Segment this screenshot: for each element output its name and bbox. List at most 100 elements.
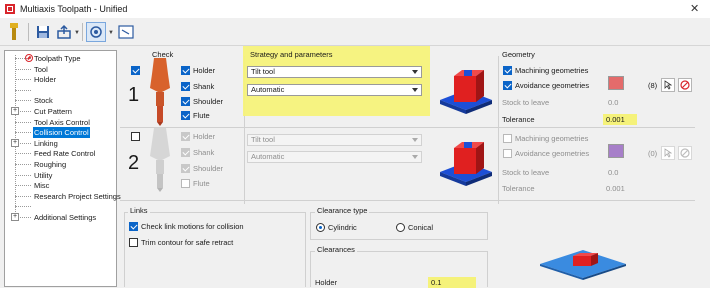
row1-tolerance-value[interactable]: 0.001 — [603, 114, 637, 125]
row1-enable-checkbox[interactable] — [131, 66, 140, 75]
holder-clearance-value[interactable]: 0.1 — [428, 277, 476, 288]
row2-machining-checkbox[interactable] — [503, 134, 512, 143]
close-icon[interactable]: ✕ — [690, 2, 699, 15]
chevron-down-icon[interactable]: ▼ — [108, 30, 114, 36]
row2-machining-label: Machining geometries — [515, 134, 589, 143]
toolbar-separator — [28, 23, 29, 41]
tree-item[interactable]: Misc — [5, 180, 116, 191]
row2-avoidance-label: Avoidance geometries — [515, 149, 590, 158]
tree-item-label: Research Project Settings — [34, 191, 121, 201]
column-divider — [498, 56, 499, 204]
check-link-motions-label: Check link motions for collision — [141, 222, 244, 231]
chevron-down-icon[interactable]: ▼ — [74, 30, 80, 36]
export-icon[interactable] — [54, 22, 74, 42]
row2-shoulder-checkbox[interactable] — [181, 164, 190, 173]
row2-number: 2 — [128, 152, 140, 174]
row2-stock-value[interactable]: 0.0 — [605, 167, 618, 178]
tree-connector — [15, 89, 31, 91]
chevron-down-icon — [412, 155, 418, 159]
tool-icon[interactable] — [4, 22, 24, 42]
row1-machining-label: Machining geometries — [515, 66, 589, 75]
app-icon — [5, 4, 15, 14]
expand-icon[interactable]: + — [11, 138, 19, 147]
window-icon[interactable] — [116, 22, 136, 42]
row2-strategy-select[interactable]: Tilt tool — [247, 134, 422, 146]
tree-item[interactable]: Roughing — [5, 159, 116, 170]
row1-stock-value[interactable]: 0.0 — [605, 97, 618, 108]
row2-holder-checkbox[interactable] — [181, 132, 190, 141]
expand-icon[interactable]: + — [11, 213, 19, 221]
tree-item[interactable]: Research Project Settings — [5, 191, 121, 202]
clearance-preview — [540, 250, 626, 280]
row1-holder-label: Holder — [193, 66, 216, 75]
row1-avoidance-checkbox[interactable] — [503, 81, 512, 90]
holder-clearance-label: Holder — [315, 278, 338, 287]
row1-select-button[interactable] — [661, 78, 675, 92]
check-link-motions-checkbox[interactable] — [129, 222, 138, 231]
settings-tree: Toolpath Type Tool Holder Stock + Cut Pattern… — [4, 50, 121, 287]
conical-label: Conical — [408, 223, 434, 232]
row1-shank-checkbox[interactable] — [181, 82, 190, 91]
row1-number: 1 — [128, 84, 140, 106]
row2-color-swatch[interactable] — [608, 144, 624, 158]
row-divider — [120, 200, 695, 201]
row1-color-swatch[interactable] — [608, 76, 624, 90]
tree-connector — [15, 195, 31, 197]
cylindric-radio[interactable] — [316, 223, 325, 232]
cursor-icon — [664, 80, 672, 90]
row2-avoidance-checkbox[interactable] — [503, 149, 512, 158]
tree-item[interactable]: + Cut Pattern — [5, 106, 116, 117]
row2-stock-label: Stock to leave — [502, 168, 550, 177]
clear-selection-icon — [680, 80, 690, 90]
geometry-header: Geometry — [502, 50, 535, 59]
tree-item-label: Tool — [34, 64, 48, 74]
row1-flute-label: Flute — [193, 111, 210, 120]
row1-flute-checkbox[interactable] — [181, 111, 190, 120]
clearances-title: Clearances — [315, 245, 357, 254]
row2-flute-checkbox[interactable] — [181, 179, 190, 188]
trim-contour-checkbox[interactable] — [129, 238, 138, 247]
tree-item[interactable]: + Additional Settings — [5, 212, 116, 223]
expand-icon[interactable]: + — [11, 107, 19, 115]
row2-enable-checkbox[interactable] — [131, 132, 140, 141]
row2-tolerance-value[interactable]: 0.001 — [603, 183, 625, 194]
tree-item-label: Feed Rate Control — [34, 149, 96, 159]
tree-item[interactable]: Toolpath Type — [5, 53, 116, 64]
row2-holder-label: Holder — [193, 132, 216, 141]
tree-item[interactable]: Tool — [5, 64, 116, 75]
row1-mode-value: Automatic — [251, 85, 285, 94]
tree-item[interactable]: Stock — [5, 95, 116, 106]
save-icon[interactable] — [33, 22, 53, 42]
row1-strategy-select[interactable]: Tilt tool — [247, 66, 422, 78]
row1-machining-checkbox[interactable] — [503, 66, 512, 75]
tree-item-label: Stock — [34, 96, 53, 106]
tree-item[interactable]: + Linking — [5, 138, 116, 149]
tree-item[interactable]: Utility — [5, 170, 116, 181]
row2-mode-select[interactable]: Automatic — [247, 151, 422, 163]
row1-mode-select[interactable]: Automatic — [247, 84, 422, 96]
chevron-down-icon — [412, 138, 418, 142]
row2-strategy-value: Tilt tool — [251, 135, 275, 144]
row1-tolerance-label: Tolerance — [502, 115, 535, 124]
tree-item[interactable]: Feed Rate Control — [5, 148, 116, 159]
row2-select-button[interactable] — [661, 146, 675, 160]
tree-connector — [15, 174, 31, 176]
row1-holder-checkbox[interactable] — [181, 66, 190, 75]
row2-shank-checkbox[interactable] — [181, 148, 190, 157]
tree-item — [5, 201, 116, 212]
view-icon[interactable] — [86, 22, 106, 42]
tree-item[interactable]: Holder — [5, 74, 116, 85]
row2-clear-button[interactable] — [678, 146, 692, 160]
tree-connector — [15, 79, 31, 81]
tree-item[interactable]: Tool Axis Control — [5, 117, 116, 128]
row1-clear-button[interactable] — [678, 78, 692, 92]
tree-connector — [15, 68, 31, 70]
conical-radio[interactable] — [396, 223, 405, 232]
row1-shoulder-checkbox[interactable] — [181, 97, 190, 106]
tree-connector — [15, 185, 31, 187]
row2-geometry-preview — [440, 142, 492, 186]
row2-shoulder-label: Shoulder — [193, 164, 224, 173]
tree-item[interactable]: Collision Control — [5, 127, 116, 139]
row2-tolerance-label: Tolerance — [502, 184, 535, 193]
row1-shoulder-label: Shoulder — [193, 97, 224, 106]
